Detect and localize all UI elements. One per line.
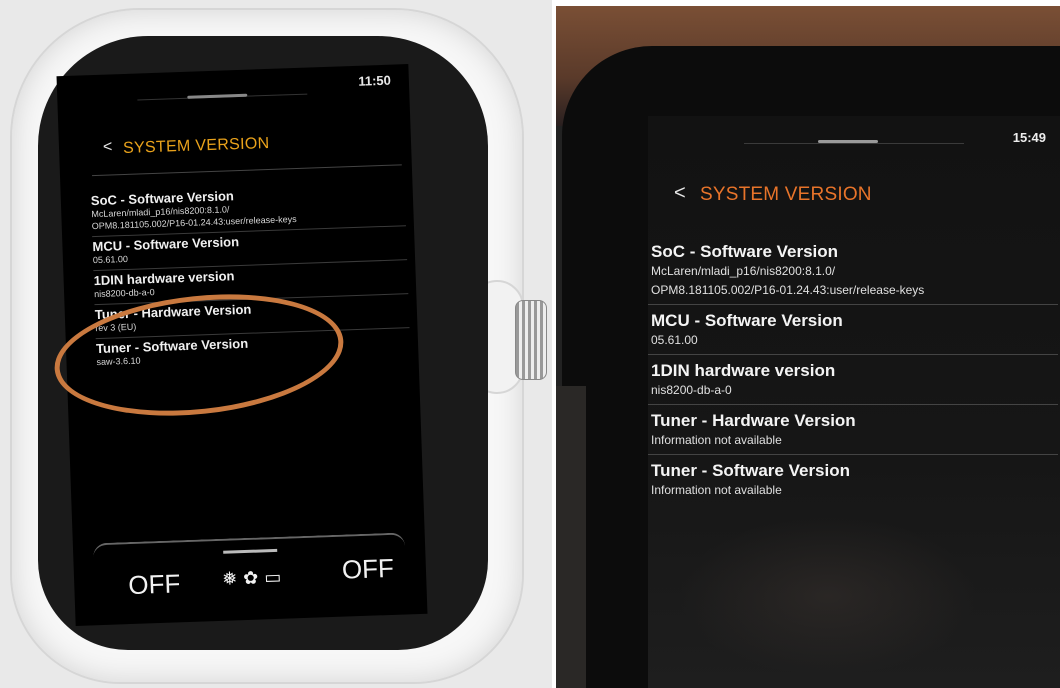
list-item: MCU - Software Version 05.61.00 xyxy=(648,305,1058,355)
item-value: McLaren/mladi_p16/nis8200:8.1.0/ OPM8.18… xyxy=(651,264,925,297)
clock: 11:50 xyxy=(358,72,392,89)
item-value: 05.61.00 xyxy=(651,333,698,347)
divider xyxy=(91,164,402,177)
right-screen: 15:49 < SYSTEM VERSION SoC - Software Ve… xyxy=(648,116,1060,688)
left-temp-off[interactable]: OFF xyxy=(128,568,181,601)
clock: 15:49 xyxy=(1012,130,1046,145)
background-left xyxy=(556,386,586,688)
item-heading: Tuner - Software Version xyxy=(651,461,851,480)
page-title: SYSTEM VERSION xyxy=(122,134,270,158)
back-chevron-icon[interactable]: < xyxy=(674,182,686,205)
item-heading: 1DIN hardware version xyxy=(651,361,836,380)
rotary-knob[interactable] xyxy=(515,300,547,380)
item-value: Information not available xyxy=(651,433,782,447)
item-heading: Tuner - Hardware Version xyxy=(651,411,856,430)
list-item: SoC - Software Version McLaren/mladi_p16… xyxy=(648,236,1058,305)
item-heading: MCU - Software Version xyxy=(651,311,843,330)
page-title: SYSTEM VERSION xyxy=(700,184,872,205)
list-item: 1DIN hardware version nis8200-db-a-0 xyxy=(648,355,1058,405)
right-temp-off[interactable]: OFF xyxy=(341,553,394,586)
item-value: nis8200-db-a-0 xyxy=(651,383,732,397)
fan-defrost-icon[interactable]: ❅✿▭ xyxy=(222,567,288,590)
item-heading: SoC - Software Version xyxy=(651,242,839,261)
version-list: SoC - Software Version McLaren/mladi_p16… xyxy=(648,236,1058,504)
right-device-photo: 15:49 < SYSTEM VERSION SoC - Software Ve… xyxy=(556,6,1060,688)
item-value: Information not available xyxy=(651,483,782,497)
handle-line xyxy=(744,143,964,144)
list-item: Tuner - Hardware Version Information not… xyxy=(648,405,1058,455)
pull-down-handle[interactable] xyxy=(187,93,248,99)
left-device-render: 11:50 < SYSTEM VERSION SoC - Software Ve… xyxy=(0,0,552,688)
pull-down-handle[interactable] xyxy=(818,140,878,143)
screen-reflection xyxy=(678,516,978,676)
list-item: Tuner - Software Version Information not… xyxy=(648,455,1058,504)
back-chevron-icon[interactable]: < xyxy=(103,138,113,156)
